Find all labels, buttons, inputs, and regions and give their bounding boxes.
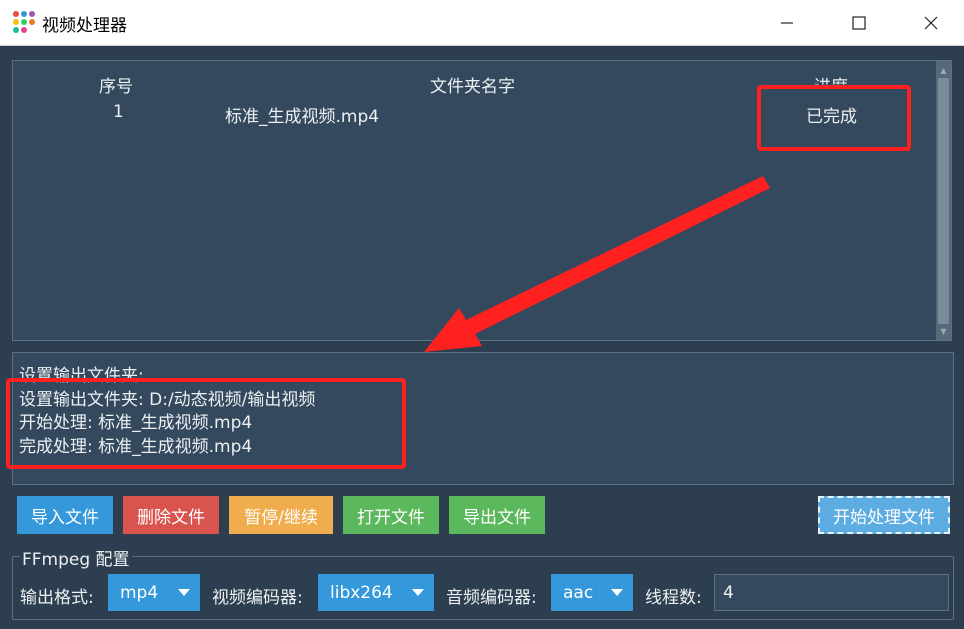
scroll-down-icon[interactable]: ▼: [936, 324, 951, 338]
start-processing-button[interactable]: 开始处理文件: [818, 496, 950, 534]
minimize-button[interactable]: [764, 0, 810, 45]
app-icon: [13, 11, 35, 33]
annotation-log-box: [6, 378, 406, 469]
ffmpeg-config-title: FFmpeg 配置: [20, 545, 132, 570]
audio-codec-select[interactable]: aac: [551, 574, 633, 611]
header-index[interactable]: 序号: [99, 72, 133, 97]
chevron-down-icon: [178, 589, 190, 596]
threads-input[interactable]: 4: [714, 574, 949, 611]
maximize-icon: [852, 15, 866, 30]
window-title: 视频处理器: [42, 16, 127, 36]
delete-files-button[interactable]: 删除文件: [123, 496, 219, 534]
table-scrollbar[interactable]: ▲ ▼: [936, 61, 951, 340]
pause-resume-button[interactable]: 暂停/继续: [229, 496, 333, 534]
chevron-down-icon: [412, 589, 424, 596]
chevron-down-icon: [611, 589, 623, 596]
row-file-name: 标准_生成视频.mp4: [225, 107, 380, 127]
import-files-button[interactable]: 导入文件: [17, 496, 113, 534]
header-folder-name[interactable]: 文件夹名字: [430, 72, 515, 97]
title-bar: 视频处理器: [0, 0, 964, 46]
export-files-button[interactable]: 导出文件: [449, 496, 545, 534]
row-index: 1: [113, 102, 124, 122]
minimize-icon: [781, 21, 793, 24]
output-format-value: mp4: [120, 582, 159, 603]
output-format-select[interactable]: mp4: [108, 574, 200, 611]
scroll-thumb[interactable]: [938, 78, 949, 324]
open-file-button[interactable]: 打开文件: [343, 496, 439, 534]
video-codec-label: 视频编码器:: [212, 588, 303, 608]
video-codec-select[interactable]: libx264: [318, 574, 434, 611]
annotation-progress-box: [757, 85, 911, 151]
scroll-up-icon[interactable]: ▲: [936, 63, 951, 77]
threads-label: 线程数:: [645, 588, 702, 608]
maximize-button[interactable]: [836, 0, 882, 45]
close-icon: [924, 16, 938, 29]
close-button[interactable]: [908, 0, 954, 45]
audio-codec-value: aac: [563, 582, 594, 603]
output-format-label: 输出格式:: [20, 588, 94, 608]
audio-codec-label: 音频编码器:: [446, 588, 537, 608]
video-codec-value: libx264: [330, 582, 393, 603]
